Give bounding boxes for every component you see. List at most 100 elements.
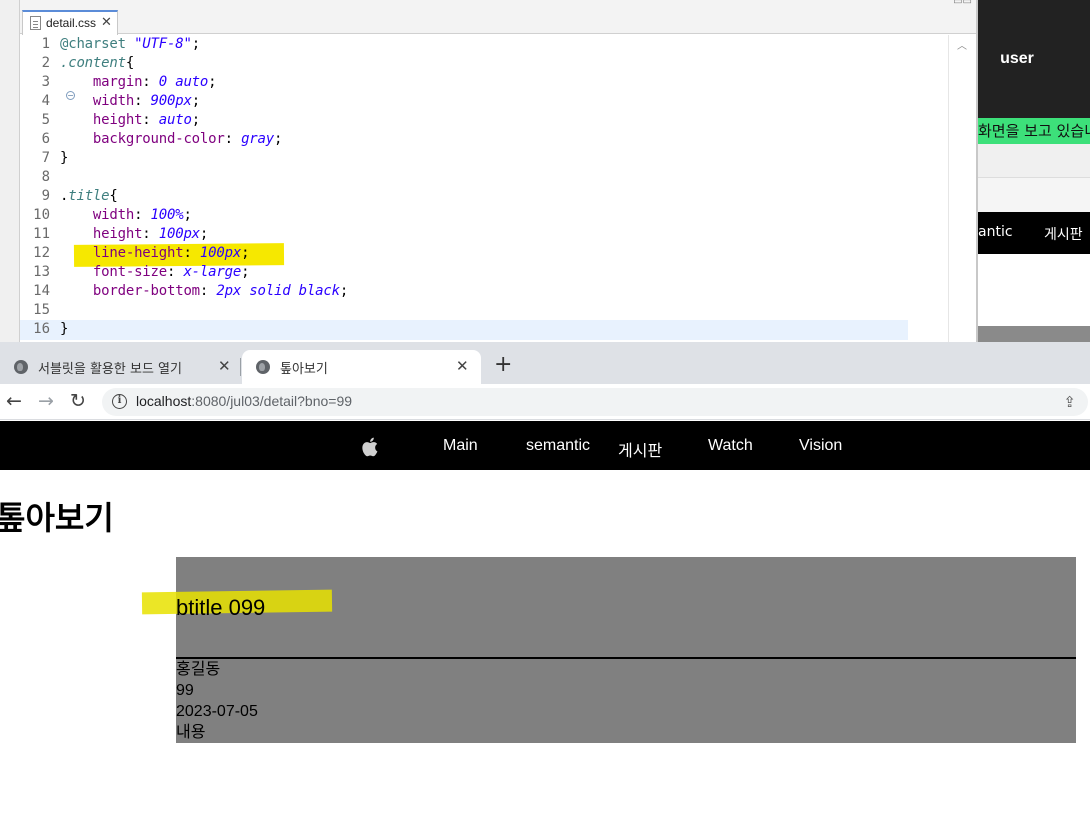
css-value: 2px solid black [216,283,340,299]
nav-item-main[interactable]: Main [443,437,478,455]
css-property: width [92,93,135,109]
background-window: user 화면을 보고 있습니 antic 게시판 [978,0,1090,342]
css-value: 0 auto [158,74,209,90]
css-value: 100px [158,226,200,242]
apple-logo-icon[interactable] [360,435,382,459]
line-number: 16 [33,321,50,337]
nav-item-watch[interactable]: Watch [708,437,753,455]
browser-tab-active[interactable]: 톺아보기 ✕ [242,350,481,384]
line-number: 1 [41,36,50,52]
vertical-scrollbar[interactable]: ︿ [948,35,976,342]
close-icon[interactable]: ✕ [218,357,231,375]
css-selector: .content [60,55,126,71]
code-line: width: 100%; [92,207,192,223]
css-property: width [92,207,135,223]
code-line: } [60,150,69,166]
code-line: height: auto; [92,112,200,128]
line-number: 12 [33,245,50,261]
css-selector: title [68,188,110,204]
url-text[interactable]: localhost:8080/jul03/detail?bno=99 [136,393,352,409]
code-lines: @charset "UTF-8"; .content{ margin: 0 au… [60,35,948,342]
css-property: margin [92,74,143,90]
background-footer [978,326,1090,342]
editor-tab-label: detail.css [46,16,97,30]
css-property: background-color [92,131,225,147]
tab-divider [240,358,241,376]
line-number: 11 [33,226,50,242]
site-nav-bar: Main semantic 게시판 Watch Vision [0,421,1090,470]
editor-tab-detail-css[interactable]: detail.css ✕ [22,10,118,35]
maximize-icon[interactable]: ▭▭ [953,0,972,7]
url-host: localhost [136,393,192,409]
info-icon[interactable]: i [112,394,127,409]
nav-item-board[interactable]: 게시판 [618,437,662,461]
string-value: "UTF-8" [134,36,192,52]
close-icon[interactable]: ✕ [456,357,469,375]
code-line: font-size: x-large; [92,264,250,280]
line-number: 14 [33,283,50,299]
code-line: .title{ [60,188,118,204]
browser-tab-label: 서블릿을 활용한 보드 열기 [38,362,182,377]
code-editor-window: detail.css ✕ ▭▭ 1 2 3 4 5 6 7 8 9 10 11 … [0,0,978,342]
background-nav-item[interactable]: 게시판 [1044,224,1083,244]
address-bar[interactable]: i localhost:8080/jul03/detail?bno=99 ⇪ [102,388,1088,416]
browser-tab[interactable]: 서블릿을 활용한 보드 열기 ✕ [0,350,240,384]
board-number: 99 [176,682,194,699]
background-row [978,178,1090,212]
nav-item-vision[interactable]: Vision [799,437,842,455]
globe-icon [256,360,270,374]
line-number: 9 [41,188,50,204]
background-header: user [978,0,1090,118]
board-date: 2023-07-05 [176,703,258,720]
code-line: width: 900px; [92,93,200,109]
board-writer: 홍길동 [176,661,221,678]
css-property: height [92,226,143,242]
code-text-area[interactable]: 1 2 3 4 5 6 7 8 9 10 11 12 13 14 15 16 −… [20,35,948,342]
back-arrow-icon[interactable]: ← [6,390,22,412]
browser-tab-strip: 서블릿을 활용한 보드 열기 ✕ 톺아보기 ✕ + [0,342,1090,384]
line-number: 10 [33,207,50,223]
css-property: line-height [92,245,184,261]
line-number: 2 [41,55,50,71]
code-line: margin: 0 auto; [92,74,217,90]
web-page: Main semantic 게시판 Watch Vision 톺아보기 btit… [0,421,1090,822]
url-path: :8080/jul03/detail?bno=99 [191,393,353,409]
editor-tab-bar: detail.css ✕ ▭▭ [20,0,976,35]
board-title: btitle 099 [176,595,266,620]
code-line: .content{ [60,55,135,71]
scroll-up-icon[interactable]: ︿ [957,37,967,52]
css-value: x-large [183,264,242,280]
css-value: 900px [150,93,192,109]
background-banner: 화면을 보고 있습니 [978,118,1090,144]
line-number: 6 [41,131,50,147]
background-nav-item[interactable]: antic [978,224,1013,240]
share-icon[interactable]: ⇪ [1063,393,1076,411]
forward-arrow-icon[interactable]: → [38,390,54,412]
board-title-row: btitle 099 [141,557,1076,659]
at-rule: @charset [60,36,126,52]
code-line: border-bottom: 2px solid black; [92,283,349,299]
css-value: auto [158,112,192,128]
code-line: background-color: gray; [92,131,283,147]
css-value: gray [241,131,274,147]
css-file-icon [30,16,41,30]
code-line: } [60,321,69,337]
board-detail-content: btitle 099 홍길동 99 2023-07-05 내용 [141,557,1076,743]
css-property: height [92,112,143,128]
reload-icon[interactable]: ↻ [70,390,86,412]
line-number: 13 [33,264,50,280]
nav-item-semantic[interactable]: semantic [526,437,590,455]
line-number: 7 [41,150,50,166]
board-content: 내용 [176,724,206,741]
globe-icon [14,360,28,374]
line-number: 3 [41,74,50,90]
line-number-gutter: 1 2 3 4 5 6 7 8 9 10 11 12 13 14 15 16 [20,35,58,342]
browser-window: 서블릿을 활용한 보드 열기 ✕ 톺아보기 ✕ + ← → ↻ i localh… [0,342,1090,822]
line-number: 15 [33,302,50,318]
css-property: font-size [92,264,167,280]
code-line: height: 100px; [92,226,209,242]
new-tab-button[interactable]: + [494,354,512,376]
code-line: line-height: 100px; [92,245,250,261]
css-value: 100% [150,207,184,223]
close-icon[interactable]: ✕ [101,14,112,30]
